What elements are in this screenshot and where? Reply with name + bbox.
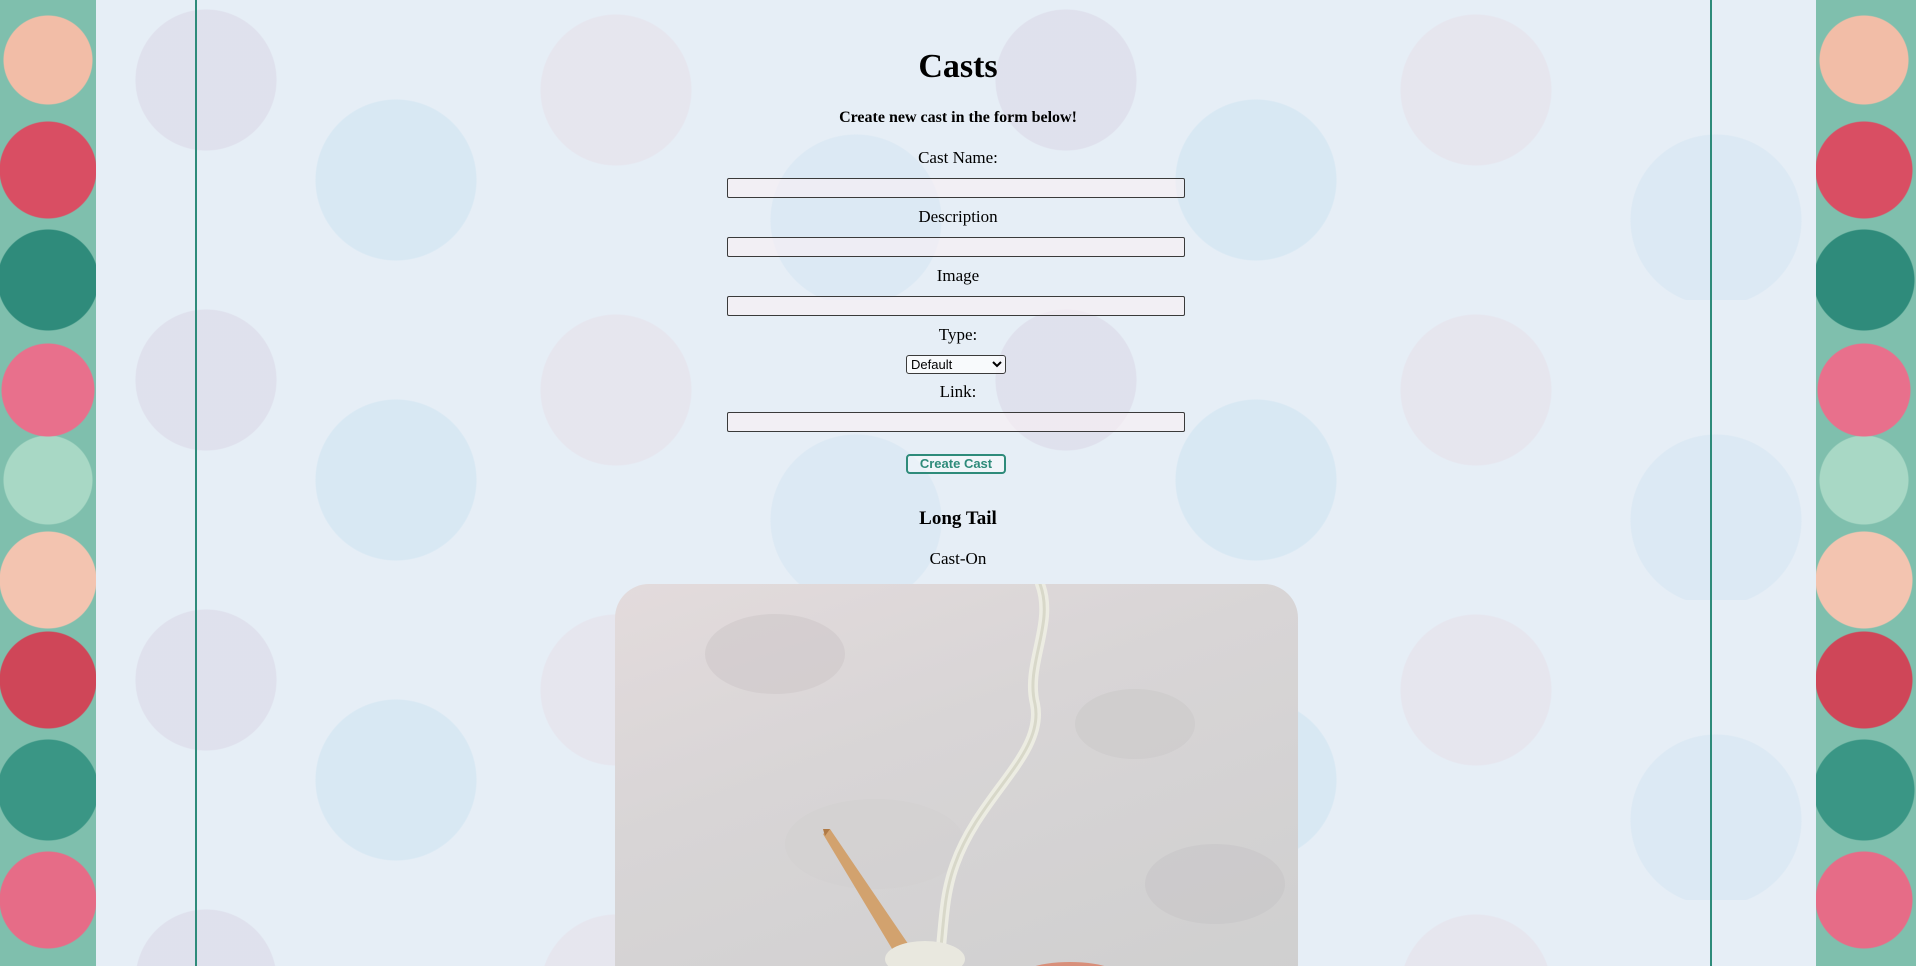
type-label: Type: <box>938 325 978 344</box>
image-label: Image <box>936 266 980 285</box>
description-label: Description <box>918 207 998 226</box>
form-instructions: Create new cast in the form below! <box>839 109 1077 126</box>
create-cast-button[interactable]: Create Cast <box>906 454 1006 474</box>
type-select[interactable]: Default <box>906 355 1006 374</box>
link-label: Link: <box>939 382 977 401</box>
link-input[interactable] <box>727 412 1185 432</box>
cast-image <box>615 584 1298 966</box>
image-input[interactable] <box>727 296 1185 316</box>
cast-description: Cast-On <box>929 549 987 568</box>
cast-title: Long Tail <box>919 508 997 529</box>
yarn-pattern-left <box>0 0 96 966</box>
description-input[interactable] <box>727 237 1185 257</box>
cast-name-label: Cast Name: <box>918 148 998 167</box>
knitting-photo <box>705 584 1285 966</box>
page-title: Casts <box>918 48 998 85</box>
cast-name-input[interactable] <box>727 178 1185 198</box>
yarn-pattern-right <box>1816 0 1916 966</box>
